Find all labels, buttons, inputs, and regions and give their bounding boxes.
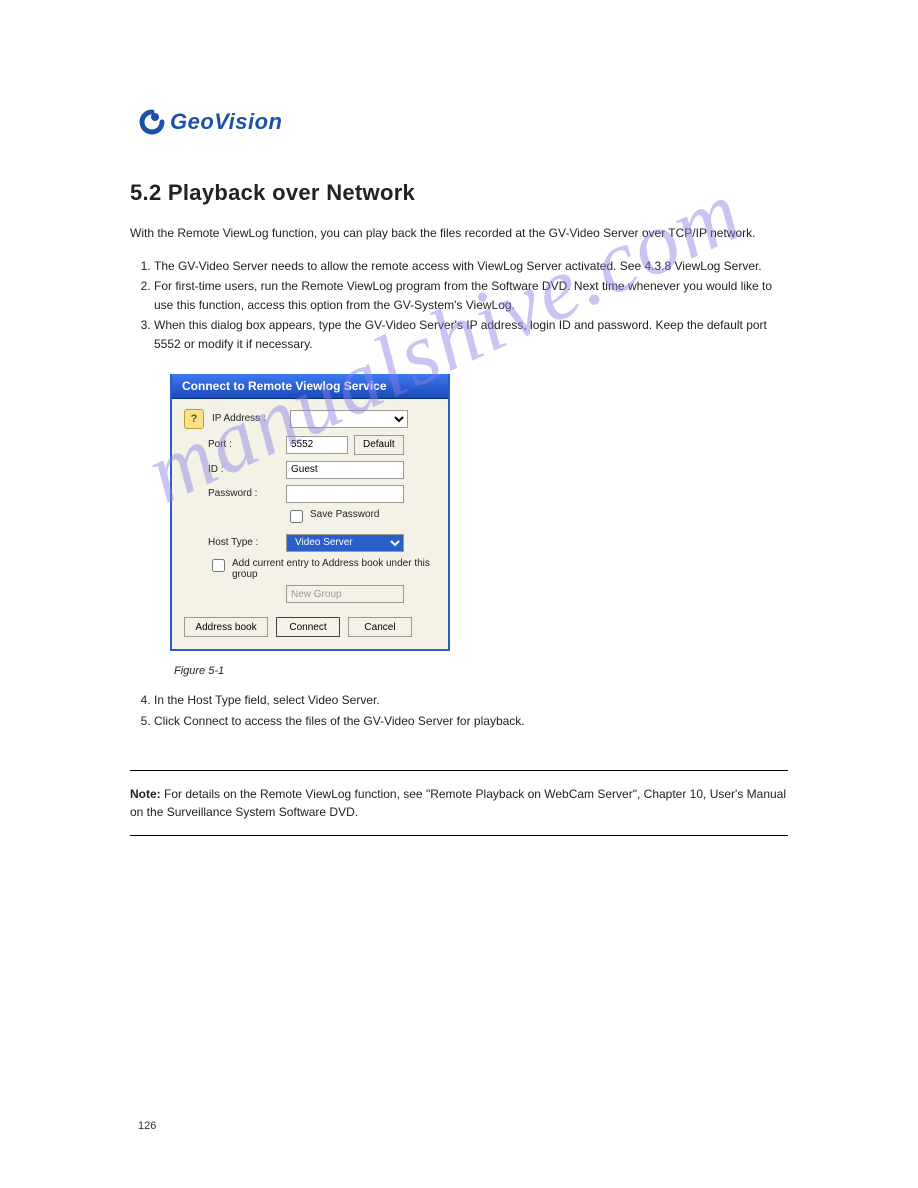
port-label: Port :	[208, 439, 280, 450]
cancel-button[interactable]: Cancel	[348, 617, 412, 637]
port-input[interactable]	[286, 436, 348, 454]
host-type-label: Host Type :	[208, 537, 280, 548]
step-item: In the Host Type field, select Video Ser…	[154, 691, 788, 710]
intro-paragraph: With the Remote ViewLog function, you ca…	[130, 224, 788, 243]
save-password-checkbox[interactable]	[290, 510, 303, 523]
step-item: Click Connect to access the files of the…	[154, 712, 788, 731]
ip-select[interactable]	[290, 410, 408, 428]
address-book-button[interactable]: Address book	[184, 617, 268, 637]
note-block: Note: For details on the Remote ViewLog …	[130, 770, 788, 836]
brand-name-part2: Vision	[214, 109, 282, 134]
password-label: Password :	[208, 488, 280, 499]
password-input[interactable]	[286, 485, 404, 503]
host-type-select[interactable]: Video Server	[286, 534, 404, 552]
section-heading: 5.2 Playback over Network	[130, 180, 788, 206]
note-label: Note:	[130, 787, 161, 801]
brand-logo: GeoVision	[138, 108, 283, 136]
connect-dialog: Connect to Remote Viewlog Service ? IP A…	[170, 374, 450, 652]
id-input[interactable]	[286, 461, 404, 479]
brand-name-part1: Geo	[170, 109, 214, 134]
step-item: For first-time users, run the Remote Vie…	[154, 277, 788, 314]
default-button[interactable]: Default	[354, 435, 404, 455]
figure-caption: Figure 5-1	[174, 665, 788, 677]
add-entry-checkbox[interactable]	[212, 559, 225, 572]
id-label: ID :	[208, 464, 280, 475]
step-item: When this dialog box appears, type the G…	[154, 316, 788, 353]
brand-name: GeoVision	[170, 109, 283, 135]
note-text: For details on the Remote ViewLog functi…	[130, 787, 786, 819]
logo-mark-icon	[138, 108, 166, 136]
dialog-title: Connect to Remote Viewlog Service	[172, 374, 448, 399]
ip-label: IP Address :	[212, 413, 284, 424]
step-item: The GV-Video Server needs to allow the r…	[154, 257, 788, 276]
page-number: 126	[138, 1120, 156, 1132]
save-password-label: Save Password	[310, 509, 379, 520]
connect-button[interactable]: Connect	[276, 617, 340, 637]
add-entry-label: Add current entry to Address book under …	[232, 558, 432, 580]
help-icon[interactable]: ?	[184, 409, 204, 429]
new-group-input	[286, 585, 404, 603]
